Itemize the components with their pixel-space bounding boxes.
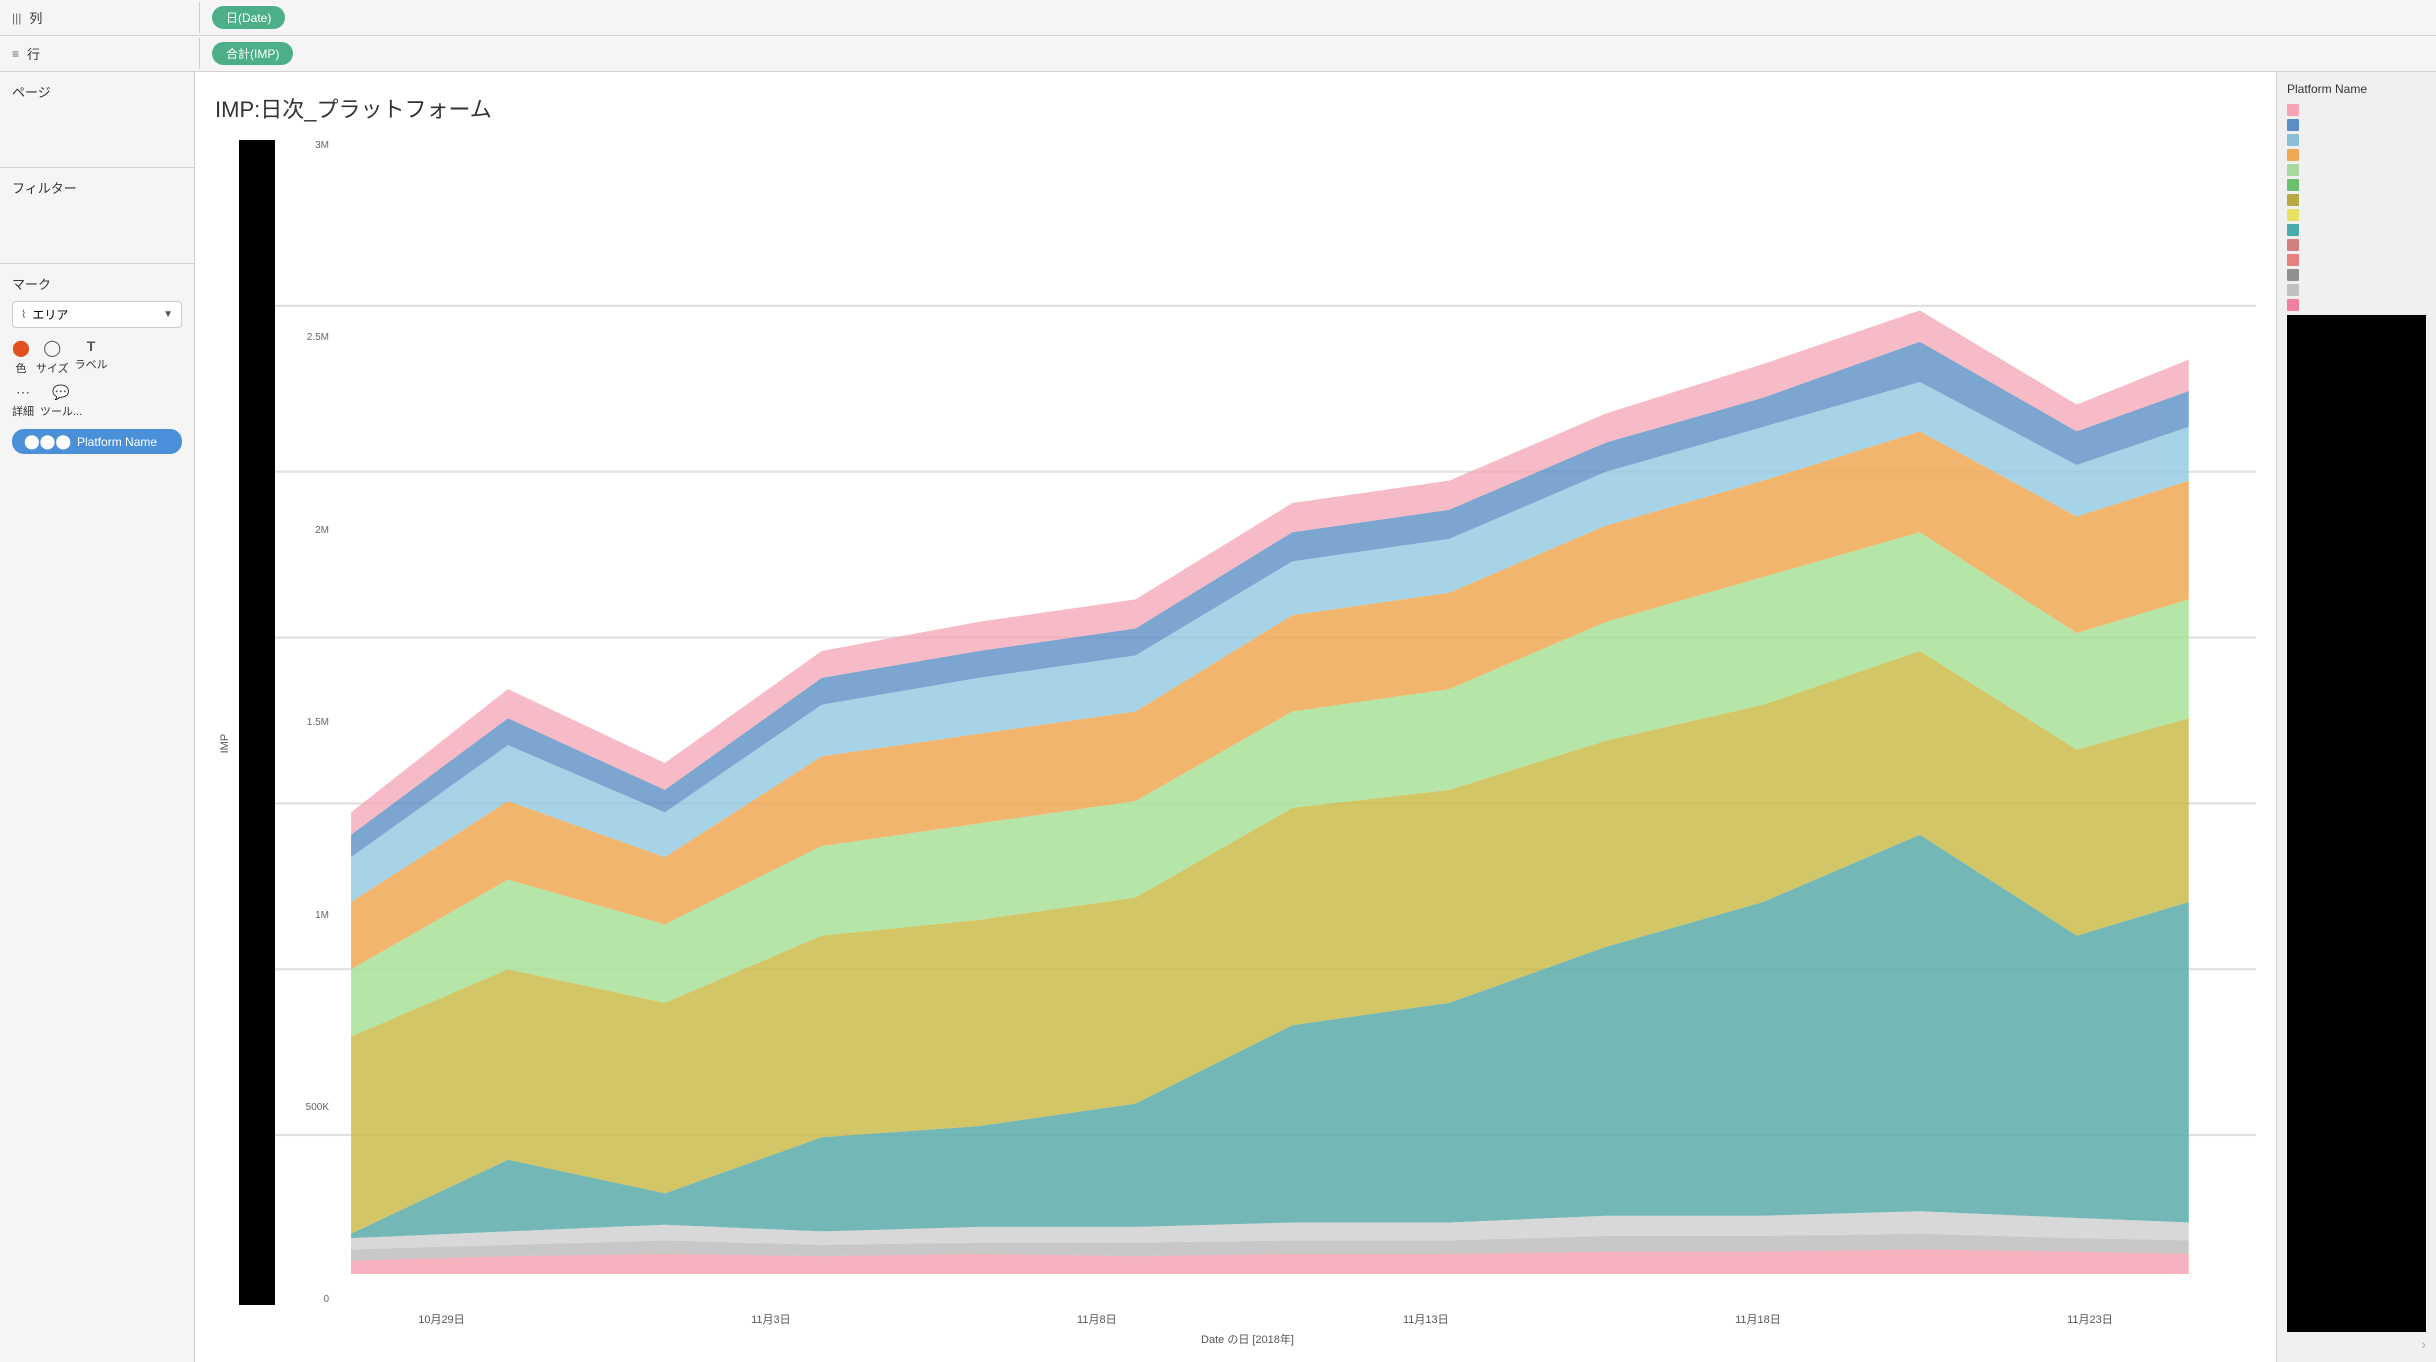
x-axis: 10月29日 11月3日 11月8日 11月13日 11月18日 11月23日 — [239, 1305, 2256, 1327]
list-item — [2287, 299, 2426, 311]
marks-controls-row1: ⬤ 色 ◯ サイズ T ラベル — [12, 338, 182, 376]
legend-color-4 — [2287, 164, 2299, 176]
chart-area: IMP:日次_プラットフォーム IMP — [195, 72, 2276, 1362]
list-item — [2287, 104, 2426, 116]
legend-title: Platform Name — [2287, 82, 2426, 96]
platform-dots-icon: ⬤⬤⬤ — [24, 433, 71, 450]
size-icon: ◯ — [43, 338, 61, 358]
list-item — [2287, 209, 2426, 221]
legend-color-1 — [2287, 119, 2299, 131]
list-item — [2287, 119, 2426, 131]
filter-section-content — [12, 203, 182, 253]
list-item — [2287, 179, 2426, 191]
detail-control[interactable]: ⋯ 詳細 — [12, 384, 34, 419]
legend-chevron-icon[interactable]: › — [2287, 1336, 2426, 1352]
chart-svg — [239, 140, 2256, 1305]
platform-name-label: Platform Name — [77, 435, 157, 449]
detail-icon: ⋯ — [16, 384, 30, 401]
legend-color-10 — [2287, 254, 2299, 266]
tooltip-control[interactable]: 💬 ツール... — [40, 384, 82, 419]
legend-panel: Platform Name — [2276, 72, 2436, 1362]
main-layout: ページ フィルター マーク ⌇ エリア ▼ ⬤ 色 ◯ サイズ — [0, 72, 2436, 1362]
legend-color-2 — [2287, 134, 2299, 146]
columns-label: ||| 列 — [0, 2, 200, 33]
legend-color-13 — [2287, 299, 2299, 311]
marks-controls-row2: ⋯ 詳細 💬 ツール... — [12, 384, 182, 419]
dropdown-arrow-icon: ▼ — [163, 309, 173, 320]
black-bar-left — [239, 140, 275, 1305]
legend-color-9 — [2287, 239, 2299, 251]
x-tick-2: 11月8日 — [1077, 1311, 1117, 1327]
list-item — [2287, 269, 2426, 281]
list-item — [2287, 239, 2426, 251]
color-icon: ⬤ — [12, 338, 30, 358]
legend-color-6 — [2287, 194, 2299, 206]
tooltip-label: ツール... — [40, 403, 82, 419]
x-tick-5: 11月23日 — [2067, 1311, 2113, 1327]
marks-dropdown[interactable]: ⌇ エリア ▼ — [12, 301, 182, 328]
marks-section: マーク ⌇ エリア ▼ ⬤ 色 ◯ サイズ T ラベル — [0, 264, 194, 1362]
date-pill[interactable]: 日(Date) — [212, 6, 285, 29]
columns-icon: ||| — [12, 11, 21, 25]
legend-items — [2287, 104, 2426, 311]
chart-title: IMP:日次_プラットフォーム — [215, 92, 2256, 124]
label-control[interactable]: T ラベル — [75, 338, 108, 376]
page-section: ページ — [0, 72, 194, 168]
detail-label: 詳細 — [12, 403, 34, 419]
list-item — [2287, 149, 2426, 161]
x-tick-4: 11月18日 — [1735, 1311, 1781, 1327]
y-axis-label: IMP — [215, 140, 235, 1347]
platform-name-pill[interactable]: ⬤⬤⬤ Platform Name — [12, 429, 182, 454]
tooltip-icon: 💬 — [52, 384, 69, 401]
label-icon: T — [87, 338, 96, 354]
toolbar-columns-row: ||| 列 日(Date) — [0, 0, 2436, 36]
legend-redacted — [2287, 315, 2426, 1332]
legend-color-3 — [2287, 149, 2299, 161]
x-tick-3: 11月13日 — [1403, 1311, 1449, 1327]
list-item — [2287, 284, 2426, 296]
list-item — [2287, 164, 2426, 176]
list-item — [2287, 134, 2426, 146]
rows-label: ≡ 行 — [0, 38, 200, 69]
x-axis-label: Date の日 [2018年] — [239, 1331, 2256, 1347]
rows-text: 行 — [27, 44, 40, 63]
legend-color-5 — [2287, 179, 2299, 191]
list-item — [2287, 194, 2426, 206]
color-label: 色 — [15, 360, 26, 376]
color-control[interactable]: ⬤ 色 — [12, 338, 30, 376]
imp-pill[interactable]: 合計(IMP) — [212, 42, 293, 65]
columns-text: 列 — [29, 8, 42, 27]
x-tick-0: 10月29日 — [418, 1311, 464, 1327]
legend-color-11 — [2287, 269, 2299, 281]
size-label: サイズ — [36, 360, 69, 376]
rows-icon: ≡ — [12, 47, 19, 61]
list-item — [2287, 224, 2426, 236]
filter-section: フィルター — [0, 168, 194, 264]
legend-color-8 — [2287, 224, 2299, 236]
chart-container: IMP — [215, 140, 2256, 1347]
marks-title: マーク — [12, 274, 182, 293]
list-item — [2287, 254, 2426, 266]
legend-color-0 — [2287, 104, 2299, 116]
filter-section-title: フィルター — [12, 178, 182, 197]
area-chart-icon: ⌇ — [21, 308, 26, 321]
x-tick-1: 11月3日 — [751, 1311, 791, 1327]
page-section-title: ページ — [12, 82, 182, 101]
label-label: ラベル — [75, 356, 108, 372]
legend-color-12 — [2287, 284, 2299, 296]
size-control[interactable]: ◯ サイズ — [36, 338, 69, 376]
marks-dropdown-label: エリア — [32, 306, 68, 323]
toolbar-rows-row: ≡ 行 合計(IMP) — [0, 36, 2436, 72]
page-section-content — [12, 107, 182, 157]
legend-color-7 — [2287, 209, 2299, 221]
sidebar: ページ フィルター マーク ⌇ エリア ▼ ⬤ 色 ◯ サイズ — [0, 72, 195, 1362]
